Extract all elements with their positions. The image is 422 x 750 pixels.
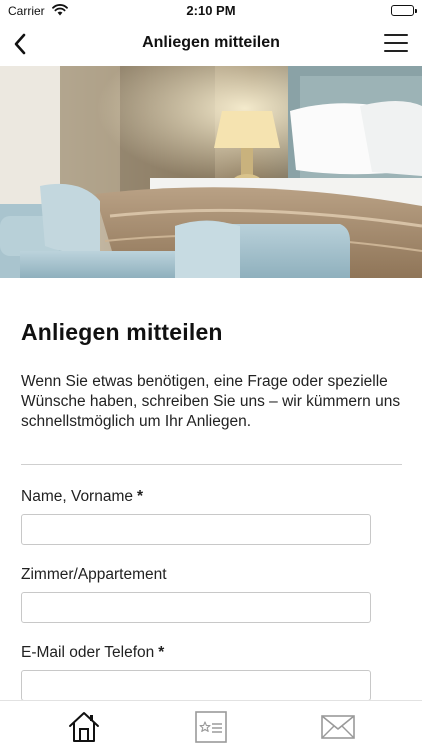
required-mark: * bbox=[137, 488, 144, 505]
required-mark: * bbox=[158, 644, 165, 661]
room-field-group: Zimmer/Appartement bbox=[21, 566, 401, 623]
form-intro: Wenn Sie etwas benötigen, eine Frage ode… bbox=[21, 373, 401, 430]
hamburger-icon-line bbox=[384, 50, 408, 52]
envelope-icon bbox=[321, 715, 355, 739]
form-section: Anliegen mitteilen Wenn Sie etwas benöti… bbox=[21, 278, 402, 701]
tab-messages[interactable] bbox=[318, 709, 358, 745]
status-bar: Carrier 2:10 PM bbox=[0, 0, 422, 22]
room-field-label: Zimmer/Appartement bbox=[21, 566, 401, 584]
name-field-label: Name, Vorname * bbox=[21, 488, 401, 506]
name-label-text: Name, Vorname bbox=[21, 488, 133, 505]
name-field-group: Name, Vorname * bbox=[21, 488, 401, 545]
home-icon bbox=[69, 712, 99, 742]
hamburger-icon-line bbox=[384, 34, 408, 36]
hamburger-icon-line bbox=[384, 42, 408, 44]
contact-field-group: E-Mail oder Telefon * bbox=[21, 644, 401, 701]
name-input[interactable] bbox=[21, 514, 371, 545]
battery-icon bbox=[391, 5, 417, 16]
tab-home[interactable] bbox=[64, 709, 104, 745]
clock: 2:10 PM bbox=[186, 3, 236, 18]
room-label-text: Zimmer/Appartement bbox=[21, 566, 167, 583]
contact-input[interactable] bbox=[21, 670, 371, 701]
form-heading: Anliegen mitteilen bbox=[21, 319, 223, 345]
contact-field-label: E-Mail oder Telefon * bbox=[21, 644, 401, 662]
hotel-bedroom-illustration bbox=[0, 66, 422, 278]
hero-image bbox=[0, 66, 422, 278]
tab-news[interactable] bbox=[191, 709, 231, 745]
contact-label-text: E-Mail oder Telefon bbox=[21, 644, 155, 661]
divider bbox=[21, 464, 402, 465]
back-button[interactable] bbox=[4, 28, 36, 60]
chevron-left-icon bbox=[14, 33, 26, 55]
tab-bar bbox=[0, 700, 422, 750]
room-input[interactable] bbox=[21, 592, 371, 623]
page-title: Anliegen mitteilen bbox=[142, 34, 280, 51]
star-list-icon bbox=[195, 711, 227, 743]
navigation-bar: Anliegen mitteilen bbox=[0, 22, 422, 66]
menu-button[interactable] bbox=[384, 32, 408, 54]
